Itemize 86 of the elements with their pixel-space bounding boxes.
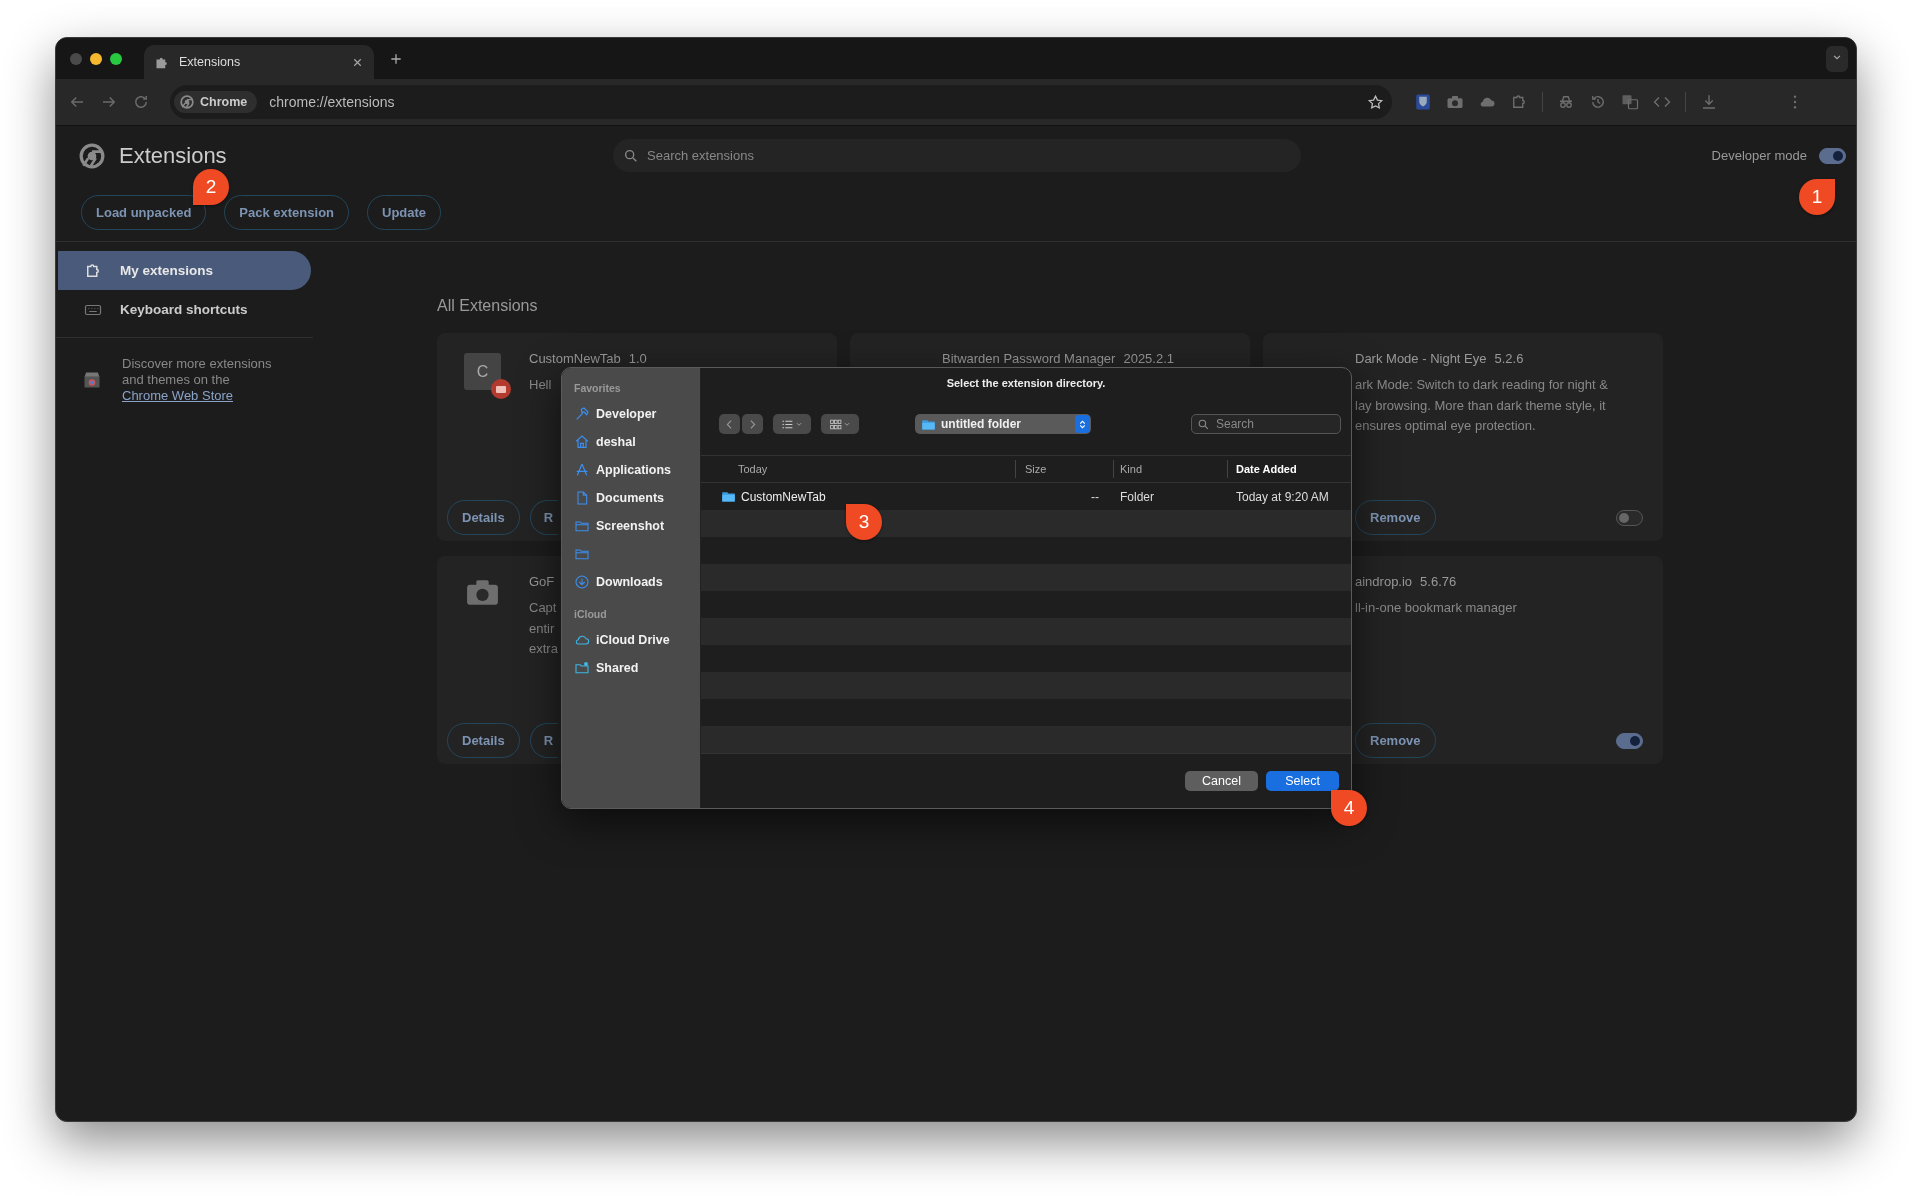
step-callout: 4 (1331, 790, 1367, 826)
extension-name: GoF (529, 574, 555, 591)
web-store-link[interactable]: Chrome Web Store (122, 388, 234, 403)
url-text: chrome://extensions (269, 94, 396, 110)
step-callout: 1 (1799, 179, 1835, 215)
folder-icon (721, 489, 736, 504)
developer-mode-label: Developer mode (1711, 148, 1807, 163)
location-item[interactable]: Shared (596, 661, 639, 675)
list-view-button[interactable] (773, 414, 811, 434)
address-bar[interactable]: Chrome chrome://extensions (170, 85, 1392, 119)
column-header[interactable]: Today (738, 463, 768, 475)
camera-icon[interactable] (1446, 93, 1464, 111)
grid-view-button[interactable] (821, 414, 859, 434)
page-title: Extensions (119, 142, 227, 169)
extension-name: aindrop.io (1355, 574, 1413, 591)
stepper-icon (1077, 418, 1088, 430)
puzzle-icon (84, 261, 102, 280)
extension-description: ll-in-one bookmark manager (1355, 599, 1517, 617)
maximize-window-button[interactable] (110, 52, 122, 65)
apps-icon (574, 462, 590, 478)
close-window-button[interactable] (70, 52, 82, 65)
download-icon[interactable] (1700, 93, 1718, 111)
location-item[interactable]: deshal (596, 435, 636, 449)
promo-text: Discover more extensions and themes on the Chrome Web Store (122, 356, 272, 404)
location-item[interactable]: Developer (596, 407, 657, 421)
section-heading: All Extensions (437, 297, 539, 316)
tab-search-button[interactable] (1826, 45, 1848, 72)
column-header[interactable]: Kind (1120, 463, 1143, 475)
browser-logo-icon (180, 95, 194, 109)
folder-icon[interactable] (574, 546, 590, 562)
translate-icon[interactable] (1621, 93, 1639, 111)
location-item[interactable]: Applications (596, 463, 671, 477)
shield-icon[interactable] (1414, 93, 1432, 111)
extension-description: Capt entir extra (529, 599, 558, 658)
extension-name: CustomNewTab (529, 351, 621, 368)
document-icon (574, 490, 590, 506)
search-field[interactable]: Search (1191, 414, 1341, 434)
star-icon[interactable] (1367, 93, 1384, 111)
column-header[interactable]: Date Added (1236, 463, 1297, 475)
file-name[interactable]: CustomNewTab (741, 489, 826, 504)
back-button[interactable] (719, 414, 740, 434)
store-icon (82, 370, 102, 390)
hat-glasses-icon[interactable] (1557, 93, 1575, 111)
sidebar-heading: Favorites (573, 382, 622, 396)
extension-version: 5.2.6 (1494, 351, 1524, 368)
location-item[interactable]: Screenshot (596, 519, 665, 533)
browser-tab[interactable]: Extensions (144, 45, 374, 79)
table-cell: -- (1091, 489, 1099, 504)
forward-button[interactable] (742, 414, 763, 434)
location-item[interactable]: iCloud Drive (596, 633, 670, 647)
extension-name: Bitwarden Password Manager (942, 351, 1116, 368)
grid-icon (828, 417, 842, 431)
enable-toggle[interactable] (1616, 509, 1643, 526)
extension-version: 5.6.76 (1420, 574, 1457, 591)
table-cell: Folder (1120, 489, 1154, 504)
select-button[interactable]: Select (1266, 771, 1339, 791)
table-cell: Today at 9:20 AM (1236, 489, 1329, 504)
sidebar-heading: iCloud (573, 608, 608, 622)
enable-toggle[interactable] (1616, 732, 1643, 749)
sidebar-item[interactable]: My extensions (58, 251, 311, 290)
location-item[interactable]: Downloads (596, 575, 663, 589)
home-icon (574, 434, 590, 450)
hammer-icon (574, 406, 590, 422)
developer-mode-toggle[interactable] (1819, 147, 1846, 164)
location-popup[interactable]: untitled folder (915, 414, 1091, 434)
extension-description: Hell (529, 376, 552, 394)
shared-folder-icon (574, 660, 590, 676)
logo-icon (79, 142, 105, 169)
history-icon[interactable] (1589, 93, 1607, 111)
site-chip[interactable]: Chrome (174, 91, 258, 113)
reload-icon[interactable] (132, 93, 150, 111)
dialog-message: Select the extension directory. (946, 377, 1106, 389)
extension-version: 2025.2.1 (1123, 351, 1175, 368)
minimize-window-button[interactable] (90, 52, 102, 65)
cancel-button[interactable]: Cancel (1185, 771, 1258, 791)
location-item[interactable]: Documents (596, 491, 665, 505)
search-field[interactable]: Search extensions (613, 139, 1301, 172)
step-callout: 2 (193, 169, 229, 205)
extension-description: ark Mode: Switch to dark reading for night & lay browsing. More than dark theme style, it ensures optimal eye protection. (1355, 376, 1608, 435)
sidebar-item[interactable]: Keyboard shortcuts (58, 290, 311, 329)
download-icon (574, 574, 590, 590)
extension-version: 1.0 (628, 351, 647, 368)
folder-icon (574, 518, 590, 534)
puzzle-icon[interactable] (1510, 93, 1528, 111)
extension-name: Dark Mode - Night Eye (1355, 351, 1487, 368)
column-header[interactable]: Size (1025, 463, 1047, 475)
